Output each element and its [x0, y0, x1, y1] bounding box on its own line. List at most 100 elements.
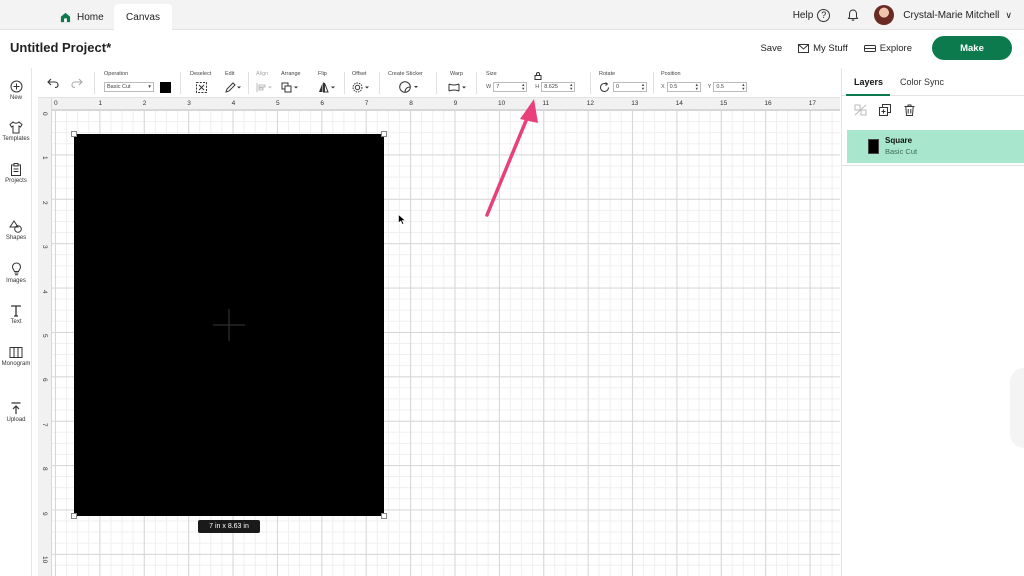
rotate-value: 0 — [616, 84, 620, 90]
tab-home[interactable]: Home — [60, 4, 104, 30]
ruler-left-label: 8 — [41, 467, 48, 471]
shapes-icon — [9, 220, 22, 233]
ruler-top[interactable]: 0 1 2 3 4 5 6 7 8 9 10 11 12 13 14 15 16 17 — [52, 98, 840, 110]
color-swatch[interactable] — [160, 81, 171, 93]
ruler-top-label: 9 — [453, 100, 458, 107]
sidebar-item-shapes[interactable]: Shapes — [0, 220, 32, 241]
page-title[interactable]: Untitled Project* — [10, 40, 111, 55]
sticker-icon[interactable] — [399, 81, 419, 93]
make-button[interactable]: Make — [932, 36, 1012, 60]
user-name[interactable]: Crystal-Marie Mitchell — [903, 10, 999, 21]
flip-control — [318, 81, 336, 93]
sidebar-item-label: Projects — [5, 178, 27, 184]
sidebar-item-label: New — [9, 95, 22, 101]
pencil-icon[interactable] — [225, 81, 241, 93]
ruler-top-label: 2 — [142, 100, 147, 107]
rotate-input[interactable]: 0 ▲ ▼ — [613, 82, 647, 92]
ruler-left-label: 2 — [41, 200, 48, 205]
toolbar-divider — [653, 72, 654, 94]
align-icon[interactable] — [256, 82, 273, 93]
sidebar-item-upload[interactable]: Upload — [0, 402, 32, 423]
panel-divider — [842, 165, 1024, 166]
x-value: 0.5 — [669, 84, 678, 90]
lightbulb-icon — [11, 262, 21, 276]
square-shape[interactable] — [74, 134, 384, 516]
flip-label: Flip — [318, 71, 327, 77]
trash-icon[interactable] — [904, 104, 915, 116]
mouse-cursor-icon — [398, 214, 406, 225]
help-link[interactable]: Help — [793, 10, 814, 21]
ruler-top-label: 17 — [808, 100, 817, 107]
layer-thumbnail — [868, 139, 879, 154]
y-value: 0.5 — [716, 84, 724, 90]
sidebar-item-label: Text — [10, 319, 22, 325]
tab-color-sync[interactable]: Color Sync — [900, 77, 944, 87]
offset-icon[interactable] — [352, 82, 370, 93]
design-space-app: Home Canvas Help ? Crystal-Marie Mitchel… — [0, 0, 1024, 576]
tab-canvas[interactable]: Canvas — [114, 4, 172, 30]
sidebar-item-monogram[interactable]: Monogram — [0, 346, 32, 367]
sidebar-item-images[interactable]: Images — [0, 262, 32, 284]
ungroup-icon[interactable] — [854, 104, 867, 116]
save-button[interactable]: Save — [760, 43, 782, 54]
redo-icon[interactable] — [71, 78, 83, 88]
rotate-label: Rotate — [599, 71, 616, 77]
deselect-control — [196, 81, 207, 93]
avatar[interactable] — [874, 5, 895, 25]
layers-panel: Layers Color Sync Square Basic Cut — [841, 68, 1024, 576]
sidebar-item-new[interactable]: New — [0, 80, 32, 101]
ruler-left-label: 10 — [41, 556, 48, 564]
operation-value: Basic Cut — [107, 84, 131, 90]
stepper-icon[interactable]: ▲ ▼ — [641, 83, 645, 91]
upload-icon — [11, 402, 21, 414]
position-group: Position X 0.5 ▲ ▼ Y 0.5 ▲ ▼ — [661, 71, 761, 96]
y-input[interactable]: 0.5 ▲ ▼ — [713, 82, 748, 92]
sidebar-item-label: Monogram — [1, 361, 31, 367]
sidebar-item-label: Upload — [6, 417, 26, 423]
project-header: Untitled Project* Save My Stuff Explore … — [0, 30, 1024, 66]
crosshair-icon — [213, 309, 245, 341]
explore-button[interactable]: Explore — [863, 43, 912, 54]
layer-actions — [854, 104, 927, 116]
undo-icon[interactable] — [47, 78, 59, 88]
toolbar-divider — [590, 72, 591, 94]
ruler-top-label: 5 — [276, 100, 280, 107]
save-label: Save — [760, 42, 783, 54]
stepper-icon[interactable]: ▲ ▼ — [695, 83, 699, 91]
ruler-left-label: 0 — [41, 112, 48, 116]
toolbar-divider — [94, 72, 95, 94]
warp-icon[interactable] — [448, 82, 468, 93]
resize-handle-bottom-left[interactable] — [71, 513, 77, 519]
deselect-icon[interactable] — [196, 81, 207, 93]
resize-handle-top-left[interactable] — [71, 131, 77, 137]
ruler-top-label: 0 — [54, 100, 58, 107]
panel-tabs: Layers Color Sync — [842, 68, 1024, 96]
sidebar-item-templates[interactable]: Templates — [0, 121, 32, 142]
size-badge: 7 in x 8.63 in — [198, 520, 260, 533]
explore-icon — [863, 44, 876, 52]
my-stuff-button[interactable]: My Stuff — [798, 43, 848, 54]
ruler-left-label: 3 — [41, 245, 48, 249]
resize-handle-top-right[interactable] — [381, 131, 387, 137]
layer-item-square[interactable]: Square Basic Cut — [847, 130, 1024, 163]
align-label: Align — [256, 71, 269, 77]
ruler-left[interactable]: 0 1 2 3 4 5 6 7 8 9 10 — [38, 98, 52, 576]
sidebar-item-projects[interactable]: Projects — [0, 163, 32, 184]
x-input[interactable]: 0.5 ▲ ▼ — [666, 82, 701, 92]
position-label: Position — [661, 71, 681, 77]
flip-icon[interactable] — [318, 82, 336, 93]
duplicate-icon[interactable] — [879, 104, 892, 116]
help-icon[interactable]: ? — [817, 8, 831, 22]
rotate-icon[interactable] — [599, 81, 610, 93]
stepper-icon[interactable]: ▲ ▼ — [569, 83, 573, 91]
sidebar-item-text[interactable]: Text — [0, 304, 32, 325]
bell-icon[interactable] — [846, 8, 860, 22]
operation-select[interactable]: Basic Cut ▾ — [104, 82, 154, 92]
tab-layers[interactable]: Layers — [854, 77, 883, 87]
home-icon — [60, 12, 71, 22]
stepper-icon[interactable]: ▲ ▼ — [741, 83, 745, 91]
resize-handle-bottom-right[interactable] — [381, 513, 387, 519]
lock-icon[interactable] — [534, 72, 542, 80]
chevron-down-icon[interactable]: ∨ — [1005, 10, 1012, 21]
arrange-icon[interactable] — [281, 82, 299, 93]
